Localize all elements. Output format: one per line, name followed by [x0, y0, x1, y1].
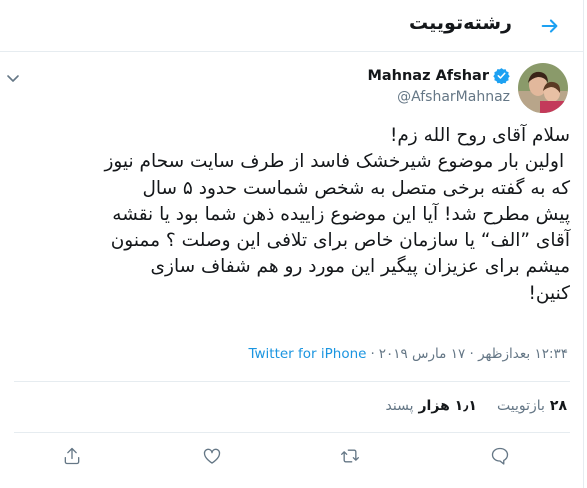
verified-badge-icon — [493, 67, 510, 85]
tweet-timestamp[interactable]: ۱۲:۳۴ بعدازظهر · ۱۷ مارس ۲۰۱۹ — [379, 346, 568, 362]
page-title: رشته‌توییت — [409, 12, 512, 34]
retweet-icon[interactable] — [336, 442, 364, 470]
meta-separator: · — [370, 346, 375, 362]
like-icon[interactable] — [198, 442, 226, 470]
retweets-stat[interactable]: ۲۸ بازتوییت — [497, 398, 567, 414]
divider — [14, 381, 570, 382]
chevron-down-icon[interactable] — [6, 69, 20, 82]
likes-label: پسند — [385, 398, 414, 414]
author-name-row: Mahnaz Afshar — [367, 67, 510, 85]
likes-count: ۱٫۱ هزار — [418, 398, 477, 414]
avatar[interactable] — [518, 63, 568, 113]
tweet-stats: ۲۸ بازتوییت ۱٫۱ هزار پسند — [386, 398, 567, 414]
author-display-name[interactable]: Mahnaz Afshar — [367, 68, 489, 84]
tweet-thread-panel: رشته‌توییت Mahnaz Afshar @AfsharMahnaz — [0, 0, 584, 488]
share-icon[interactable] — [58, 442, 86, 470]
tweet-meta: ۱۲:۳۴ بعدازظهر · ۱۷ مارس ۲۰۱۹ · Twitter … — [248, 346, 568, 362]
likes-stat[interactable]: ۱٫۱ هزار پسند — [386, 398, 477, 414]
retweets-label: بازتوییت — [496, 398, 545, 414]
reply-icon[interactable] — [486, 442, 514, 470]
back-arrow-icon[interactable] — [536, 12, 564, 40]
tweet-body: سلام آقای روح الله زم! اولین بار موضوع ش… — [104, 125, 570, 304]
tweet-source-link[interactable]: Twitter for iPhone — [248, 346, 366, 362]
author-handle[interactable]: @AfsharMahnaz — [397, 89, 510, 105]
divider — [14, 432, 570, 433]
retweets-count: ۲۸ — [549, 398, 567, 414]
thread-header: رشته‌توییت — [0, 0, 584, 52]
tweet-actions — [0, 436, 584, 476]
